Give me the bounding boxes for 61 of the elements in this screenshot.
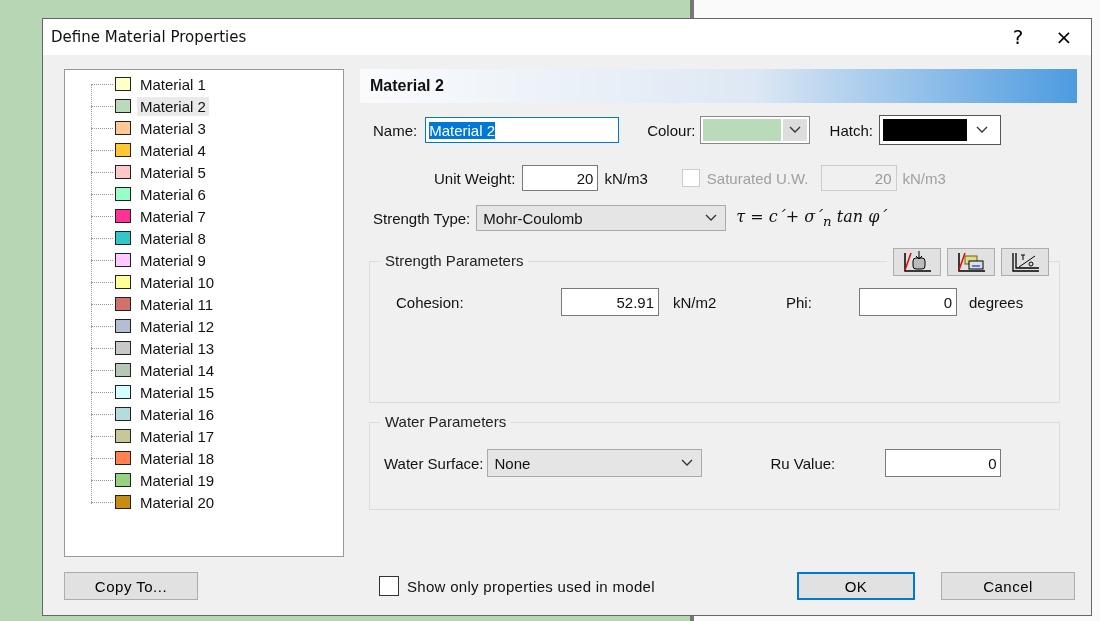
tree-item[interactable]: Material 3	[137, 118, 209, 138]
tree-item[interactable]: Material 17	[137, 426, 218, 446]
cohesion-field[interactable]: 52.91	[561, 288, 659, 316]
shear-stress-plot-icon[interactable]	[1001, 248, 1049, 276]
tree-item[interactable]: Material 4	[137, 140, 209, 160]
tree-item[interactable]: Material 12	[137, 316, 218, 336]
tree-item[interactable]: Material 2	[137, 96, 209, 116]
unit-label: kN/m2	[673, 293, 718, 311]
formula: τ = c´+ σ´$_{n}$ tan φ´	[736, 206, 888, 230]
help-button[interactable]: ?	[995, 19, 1041, 55]
cancel-button[interactable]: Cancel	[941, 572, 1075, 600]
ru-value-field[interactable]: 0	[885, 449, 1002, 477]
tree-item[interactable]: Material 11	[137, 294, 217, 314]
window-title: Define Material Properties	[51, 28, 248, 46]
caret-icon	[788, 126, 801, 134]
show-only-checkbox[interactable]	[379, 576, 399, 596]
strength-type-label: Strength Type:	[373, 209, 471, 227]
ru-value-label: Ru Value:	[770, 454, 837, 472]
close-button[interactable]: ×	[1041, 19, 1087, 55]
tree-item[interactable]: Material 7	[137, 206, 209, 226]
copy-to-button[interactable]: Copy To...	[64, 572, 198, 600]
tree-item[interactable]: Material 19	[137, 470, 218, 490]
show-only-label: Show only properties used in model	[407, 577, 655, 595]
tree-item[interactable]: Material 14	[137, 360, 218, 380]
tree-item[interactable]: Material 8	[137, 228, 209, 248]
colour-dropdown[interactable]	[699, 116, 810, 144]
unit-label: degrees	[969, 293, 1024, 311]
strength-type-dropdown[interactable]: Mohr-Coulomb	[476, 205, 727, 231]
unit-weight-field[interactable]: 20	[522, 165, 599, 191]
caret-icon	[681, 459, 694, 467]
cohesion-label: Cohesion:	[396, 293, 465, 311]
tree-item[interactable]: Material 6	[137, 184, 209, 204]
strength-database-icon[interactable]	[947, 248, 995, 276]
material-header: Material 2	[360, 69, 1077, 103]
unit-label: kN/m3	[902, 169, 946, 187]
hatch-dropdown[interactable]	[878, 115, 1001, 145]
name-field[interactable]: Material 2	[425, 117, 620, 143]
tree-item[interactable]: Material 9	[137, 250, 209, 270]
tree-item[interactable]: Material 5	[137, 162, 209, 182]
phi-label: Phi:	[786, 293, 813, 311]
unit-weight-label: Unit Weight:	[434, 169, 516, 187]
caret-icon	[975, 126, 988, 134]
group-title: Strength Parameters	[380, 252, 529, 269]
tree-item[interactable]: Material 13	[137, 338, 218, 358]
tree-item[interactable]: Material 16	[137, 404, 218, 424]
caret-icon	[705, 214, 718, 222]
saturated-label: Saturated U.W.	[706, 169, 809, 187]
ok-button[interactable]: OK	[797, 572, 915, 600]
tree-item[interactable]: Material 10	[137, 272, 218, 292]
phi-field[interactable]: 0	[859, 288, 957, 316]
hatch-label: Hatch:	[829, 121, 873, 139]
water-surface-dropdown[interactable]: None	[487, 449, 703, 477]
tree-item[interactable]: Material 15	[137, 382, 218, 402]
unit-label: kN/m3	[604, 169, 648, 187]
tree-item[interactable]: Material 1	[137, 74, 209, 94]
water-surface-label: Water Surface:	[384, 454, 484, 472]
colour-label: Colour:	[647, 121, 696, 139]
tree-item[interactable]: Material 20	[137, 492, 218, 512]
strength-plot-icon[interactable]	[893, 248, 941, 276]
tree-item[interactable]: Material 18	[137, 448, 218, 468]
name-label: Name:	[373, 121, 418, 139]
